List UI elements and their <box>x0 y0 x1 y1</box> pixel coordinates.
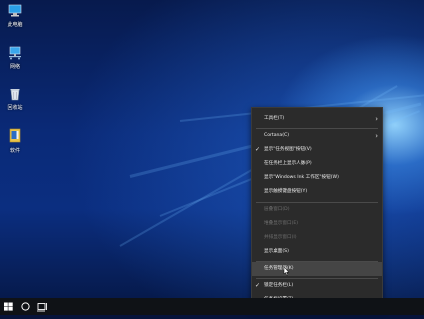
menu-item-label: 堆叠显示窗口(E) <box>264 221 298 226</box>
menu-item-label: 显示"Windows Ink 工作区"按钮(W) <box>264 175 339 180</box>
menu-item-label: 显示"任务视图"按钮(V) <box>264 147 312 152</box>
desktop-icon-label: 此电脑 <box>0 21 30 28</box>
desktop-icon-label: 回收站 <box>0 104 30 111</box>
menu-item-lock-taskbar[interactable]: ✓ 锁定任务栏(L) <box>252 279 382 293</box>
start-button[interactable] <box>0 298 17 315</box>
computer-icon <box>8 4 22 18</box>
menu-item-label: 并排显示窗口(I) <box>264 235 297 240</box>
menu-item-show-touch-keyboard[interactable]: 显示触摸键盘按钮(Y) <box>252 185 382 199</box>
chevron-right-icon: › <box>375 129 378 143</box>
menu-item-show-people[interactable]: 在任务栏上显示人脉(P) <box>252 157 382 171</box>
menu-item-show-windows-ink[interactable]: 显示"Windows Ink 工作区"按钮(W) <box>252 171 382 185</box>
menu-item-label: 显示触摸键盘按钮(Y) <box>264 189 307 194</box>
menu-item-label: 层叠窗口(D) <box>264 207 290 212</box>
chevron-right-icon: › <box>375 112 378 126</box>
menu-item-cascade-windows: 层叠窗口(D) <box>252 203 382 217</box>
menu-item-label: Cortana(C) <box>264 133 289 138</box>
mouse-cursor-icon <box>283 267 290 276</box>
menu-item-label: 显示桌面(S) <box>264 249 289 254</box>
taskbar[interactable] <box>0 298 424 315</box>
desktop-icon-recycle-bin[interactable]: 回收站 <box>0 87 30 111</box>
menu-item-stack-windows: 堆叠显示窗口(E) <box>252 217 382 231</box>
desktop-icon-label: 网络 <box>0 63 30 70</box>
cortana-circle-icon <box>17 298 34 315</box>
task-view-icon <box>34 298 51 315</box>
recycle-bin-icon <box>8 87 22 101</box>
desktop-icon-network[interactable]: 网络 <box>0 46 30 70</box>
folder-icon <box>8 128 22 144</box>
cortana-search-button[interactable] <box>17 298 34 315</box>
windows-logo-icon <box>0 298 17 315</box>
menu-item-show-task-view-button[interactable]: ✓ 显示"任务视图"按钮(V) <box>252 143 382 157</box>
network-icon <box>8 46 22 60</box>
menu-item-side-by-side-windows: 并排显示窗口(I) <box>252 231 382 245</box>
task-view-button[interactable] <box>34 298 51 315</box>
taskbar-context-menu: 工具栏(T) › Cortana(C) › ✓ 显示"任务视图"按钮(V) 在任… <box>251 107 383 309</box>
menu-item-task-manager[interactable]: 任务管理器(K) <box>252 262 382 276</box>
menu-item-label: 锁定任务栏(L) <box>264 283 293 288</box>
checkmark-icon: ✓ <box>255 143 260 157</box>
menu-item-toolbars[interactable]: 工具栏(T) › <box>252 112 382 126</box>
checkmark-icon: ✓ <box>255 279 260 293</box>
desktop-icon-software[interactable]: 软件 <box>0 128 30 154</box>
desktop-icon-label: 软件 <box>0 147 30 154</box>
menu-item-label: 在任务栏上显示人脉(P) <box>264 161 312 166</box>
menu-item-show-desktop[interactable]: 显示桌面(S) <box>252 245 382 259</box>
menu-item-cortana[interactable]: Cortana(C) › <box>252 129 382 143</box>
menu-item-label: 工具栏(T) <box>264 116 284 121</box>
desktop-icon-this-pc[interactable]: 此电脑 <box>0 4 30 28</box>
